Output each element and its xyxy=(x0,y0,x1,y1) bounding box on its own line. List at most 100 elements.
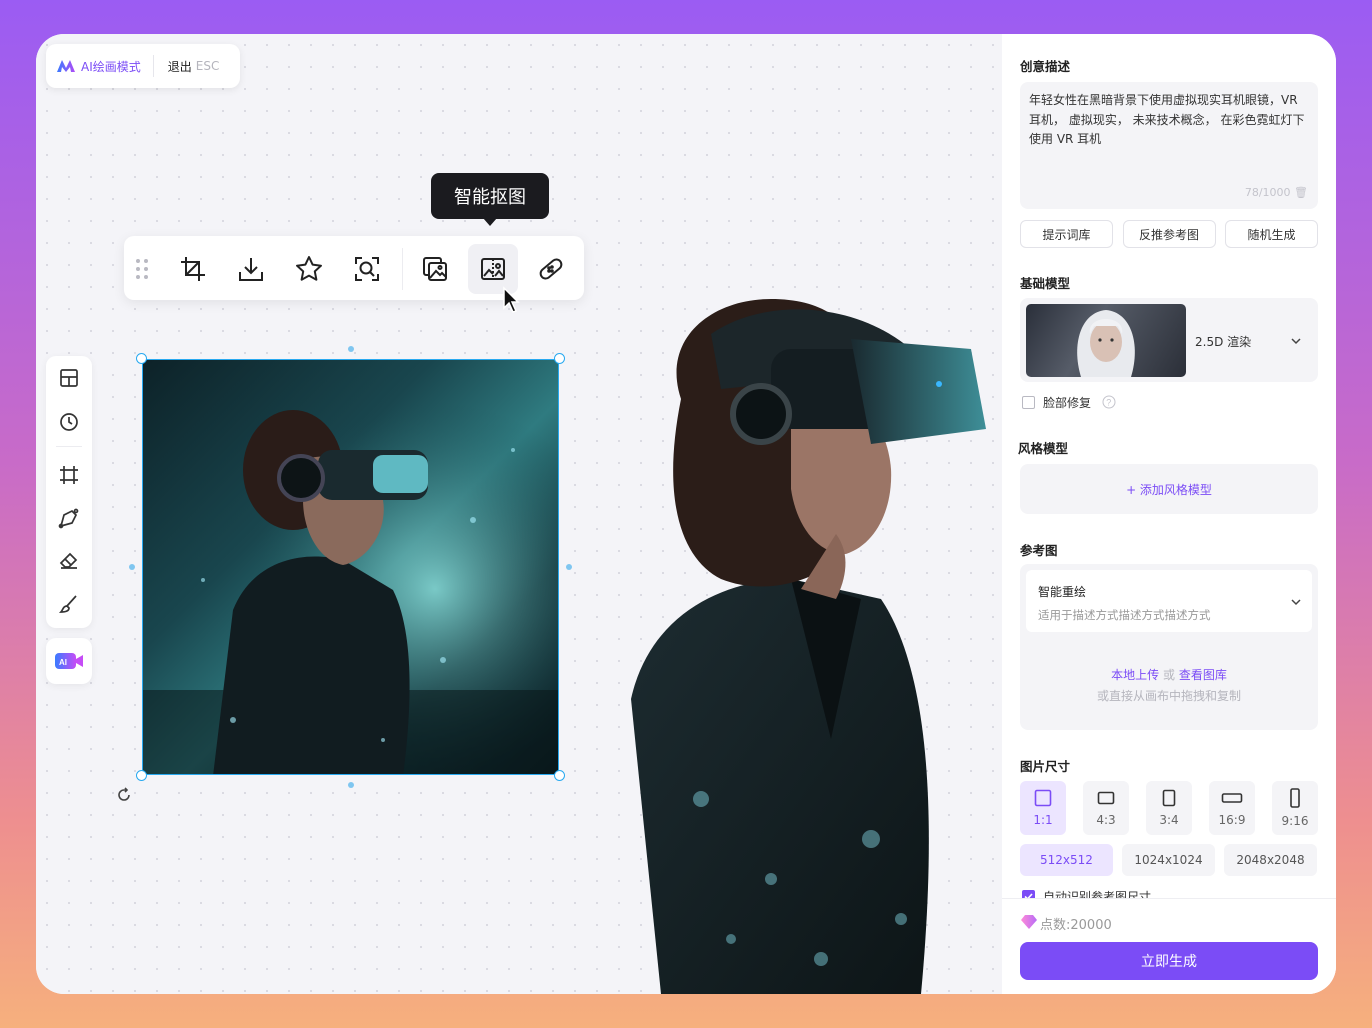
ratio-label: 1:1 xyxy=(1033,813,1053,827)
square-ratio-icon xyxy=(1034,789,1052,807)
layout-grid-icon[interactable] xyxy=(57,366,81,390)
view-gallery-link[interactable]: 查看图库 xyxy=(1179,668,1227,682)
ratio-label: 9:16 xyxy=(1281,814,1309,828)
mode-bar: AI绘画模式 退出 ESC xyxy=(46,44,240,88)
svg-text:AI: AI xyxy=(59,658,67,667)
ratio-option-9-16[interactable]: 9:16 xyxy=(1272,781,1318,835)
reference-mode-select[interactable]: 智能重绘 适用于描述方式描述方式描述方式 xyxy=(1026,570,1312,632)
svg-text:?: ? xyxy=(1106,398,1111,408)
style-model-title: 风格模型 xyxy=(1018,441,1069,456)
exit-button[interactable]: 退出 xyxy=(168,58,192,75)
model-thumbnail xyxy=(1026,304,1186,377)
resize-handle-bottom-right[interactable] xyxy=(554,770,565,781)
history-clock-icon[interactable] xyxy=(57,410,81,434)
resize-handle-left[interactable] xyxy=(129,564,135,570)
download-icon xyxy=(239,258,263,281)
ratio-option-16-9[interactable]: 16:9 xyxy=(1209,781,1255,835)
side-toolbar xyxy=(46,356,92,628)
eraser-icon[interactable] xyxy=(57,548,81,572)
crop-button[interactable] xyxy=(168,244,218,294)
resize-handle-top-right[interactable] xyxy=(554,353,565,364)
trash-icon[interactable]: 🗑 xyxy=(1294,186,1308,199)
image-copy-button[interactable] xyxy=(410,244,460,294)
download-button[interactable] xyxy=(226,244,276,294)
ratio-label: 16:9 xyxy=(1218,813,1246,827)
upload-or: 或 xyxy=(1162,668,1175,682)
ai-video-icon: AI xyxy=(55,653,83,669)
resolution-option-1024[interactable]: 1024x1024 xyxy=(1122,844,1215,876)
divider xyxy=(152,55,154,77)
prompt-text: 年轻女性在黑暗背景下使用虚拟现实耳机眼镜，VR 耳机， 虚拟现实， 未来技术概念… xyxy=(1029,93,1305,146)
settings-panel: 创意描述 年轻女性在黑暗背景下使用虚拟现实耳机眼镜，VR 耳机， 虚拟现实， 未… xyxy=(1002,34,1336,994)
reference-mode: 智能重绘 xyxy=(1038,585,1087,599)
resize-handle-top-left[interactable] xyxy=(136,353,147,364)
crop-icon xyxy=(181,257,205,281)
upload-links: 本地上传 或 查看图库 xyxy=(1020,666,1318,683)
drawing-canvas[interactable]: AI绘画模式 退出 ESC 智能抠图 AI xyxy=(36,34,1002,994)
prompt-counter: 78/1000 🗑 xyxy=(1244,185,1308,199)
cutout-figure-image[interactable] xyxy=(621,279,1021,994)
resolution-option-2048[interactable]: 2048x2048 xyxy=(1224,844,1317,876)
bandage-repair-icon xyxy=(539,258,563,280)
ratio-label: 3:4 xyxy=(1159,813,1179,827)
rotate-icon[interactable] xyxy=(116,787,132,803)
face-fix-checkbox[interactable] xyxy=(1022,396,1035,409)
app-window: AI绘画模式 退出 ESC 智能抠图 AI 创意描述 年轻女性在黑暗背景下使用虚… xyxy=(36,34,1336,994)
base-model-title: 基础模型 xyxy=(1020,276,1071,291)
reference-desc: 适用于描述方式描述方式描述方式 xyxy=(1038,608,1211,622)
vr-woman-photo xyxy=(143,360,558,774)
size-title: 图片尺寸 xyxy=(1020,759,1071,774)
help-icon[interactable]: ? xyxy=(1102,395,1116,409)
ai-video-button[interactable]: AI xyxy=(46,638,92,684)
pen-tool-icon[interactable] xyxy=(57,506,81,530)
tooltip: 智能抠图 xyxy=(431,173,549,226)
repair-button[interactable] xyxy=(526,244,576,294)
reference-title: 参考图 xyxy=(1020,543,1058,558)
upload-local-link[interactable]: 本地上传 xyxy=(1111,668,1159,682)
frame-crop-icon[interactable] xyxy=(57,463,81,487)
add-style-model-button[interactable]: + 添加风格模型 xyxy=(1020,464,1318,514)
drag-handle-icon[interactable] xyxy=(134,258,150,280)
face-fix-label: 脸部修复 xyxy=(1043,396,1092,410)
ratio-option-1-1[interactable]: 1:1 xyxy=(1020,781,1066,835)
wide-ratio-icon xyxy=(1221,793,1243,803)
smart-cutout-icon xyxy=(481,258,505,280)
landscape-ratio-icon xyxy=(1097,791,1115,805)
resize-handle-right[interactable] xyxy=(566,564,572,570)
mode-label: AI绘画模式 xyxy=(81,59,141,74)
brush-icon[interactable] xyxy=(57,592,81,616)
model-name: 2.5D 渲染 xyxy=(1195,335,1252,349)
ai-logo-icon xyxy=(57,60,75,72)
cursor-arrow-icon xyxy=(503,286,520,313)
chevron-down-icon xyxy=(1291,599,1301,606)
ratio-option-4-3[interactable]: 4:3 xyxy=(1083,781,1129,835)
random-generate-button[interactable]: 随机生成 xyxy=(1225,220,1318,248)
reference-area: 智能重绘 适用于描述方式描述方式描述方式 本地上传 或 查看图库 或直接从画布中… xyxy=(1020,564,1318,730)
image-copy-icon xyxy=(423,257,447,281)
divider xyxy=(56,446,82,447)
resolution-option-512[interactable]: 512x512 xyxy=(1020,844,1113,876)
reverse-reference-button[interactable]: 反推参考图 xyxy=(1122,220,1216,248)
exit-shortcut: ESC xyxy=(195,59,220,73)
zoom-scan-button[interactable] xyxy=(342,244,392,294)
gem-points-icon xyxy=(1021,915,1037,929)
upload-hint: 或直接从画布中拖拽和复制 xyxy=(1096,689,1241,703)
resize-handle-bottom[interactable] xyxy=(348,782,354,788)
points-balance: 点数:20000 xyxy=(1040,918,1112,933)
ratio-label: 4:3 xyxy=(1096,813,1116,827)
prompt-library-button[interactable]: 提示词库 xyxy=(1020,220,1113,248)
chevron-down-icon xyxy=(1291,338,1301,345)
base-model-select[interactable]: 2.5D 渲染 xyxy=(1020,298,1318,382)
prompt-actions: 提示词库 反推参考图 随机生成 xyxy=(1020,220,1318,248)
favorite-button[interactable] xyxy=(284,244,334,294)
prompt-title: 创意描述 xyxy=(1020,59,1071,74)
star-icon xyxy=(296,256,322,281)
prompt-textarea[interactable]: 年轻女性在黑暗背景下使用虚拟现实耳机眼镜，VR 耳机， 虚拟现实， 未来技术概念… xyxy=(1020,82,1318,209)
generate-button[interactable]: 立即生成 xyxy=(1020,942,1318,980)
resize-handle-top[interactable] xyxy=(348,346,354,352)
tall-ratio-icon xyxy=(1290,788,1300,808)
portrait-ratio-icon xyxy=(1162,789,1176,807)
ratio-option-3-4[interactable]: 3:4 xyxy=(1146,781,1192,835)
selected-image[interactable] xyxy=(136,353,565,781)
resize-handle-bottom-left[interactable] xyxy=(136,770,147,781)
